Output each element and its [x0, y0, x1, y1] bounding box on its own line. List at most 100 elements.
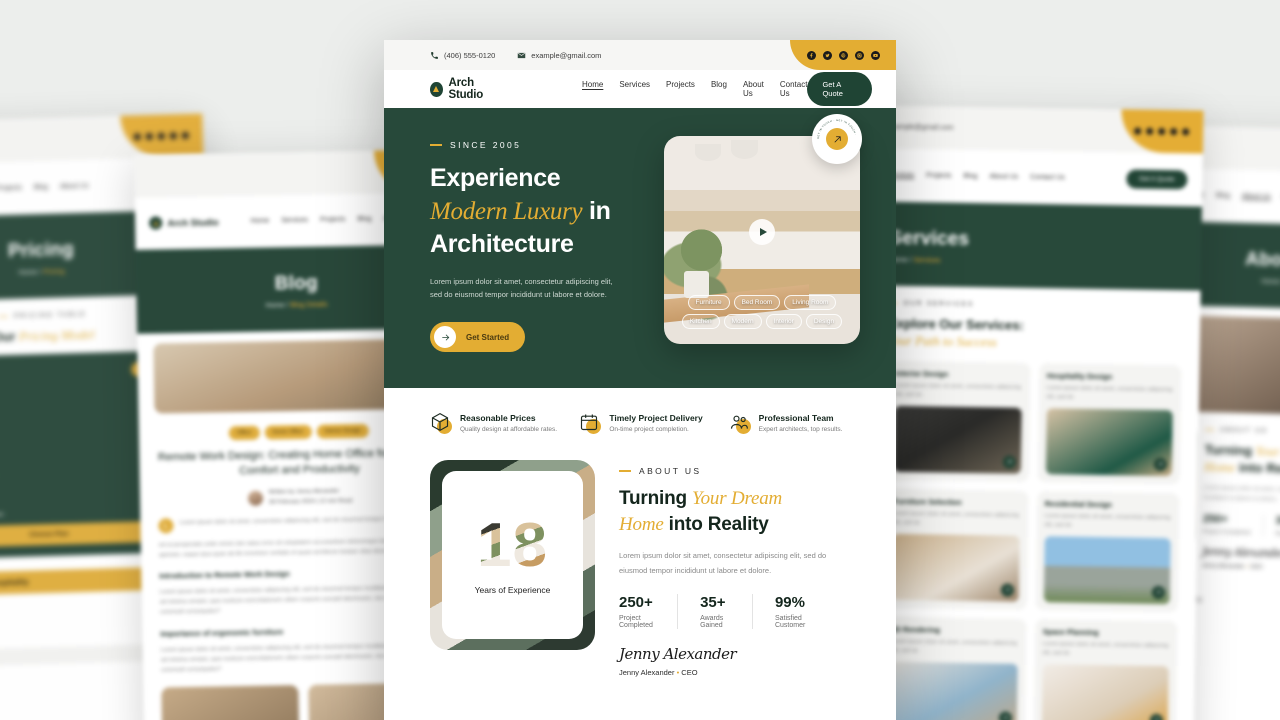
nav-link-about[interactable]: About Us	[1242, 193, 1271, 201]
service-card-residential-design[interactable]: Residential Design Lorem ipsum dolor sit…	[1035, 490, 1180, 613]
get-a-quote-button[interactable]: Get A Quote	[1125, 169, 1188, 190]
services-social-cap[interactable]	[1120, 109, 1204, 155]
service-card-hospitality-design[interactable]: Hospitality Design Lorem ipsum dolor sit…	[1037, 363, 1182, 485]
get-started-button[interactable]: Get Started	[430, 322, 526, 353]
brand[interactable]: ▲ Arch Studio	[149, 216, 219, 230]
tag-bed-room[interactable]: Bed Room	[733, 295, 781, 311]
nav-link-about[interactable]: About Us	[60, 183, 89, 191]
breadcrumb-home[interactable]: Home	[18, 269, 37, 277]
nav-link-projects[interactable]: Projects	[0, 185, 22, 193]
instagram-icon[interactable]	[169, 132, 178, 140]
nav-link-projects[interactable]: Projects	[926, 172, 951, 179]
instagram-icon[interactable]	[854, 50, 864, 60]
youtube-icon[interactable]	[181, 132, 190, 140]
play-video-button[interactable]	[749, 218, 775, 245]
tag-home-office[interactable]: Home Office	[264, 424, 312, 440]
services-topbar: example@gmail.com	[872, 105, 1204, 155]
arrow-up-right-icon[interactable]	[998, 711, 1012, 720]
nav-link-blog[interactable]: Blog	[34, 184, 48, 191]
about-eyebrow-text: ABOUT US	[1220, 426, 1268, 435]
twitter-icon[interactable]	[145, 133, 154, 141]
service-card-interior-design[interactable]: Interior Design Lorem ipsum dolor sit am…	[885, 360, 1030, 482]
foreground-page-home[interactable]: (406) 555-0120 example@gmail.com Arch St…	[384, 40, 896, 720]
pricing-nav-links[interactable]: Home Services Projects Blog About Us	[0, 183, 89, 195]
service-card-image	[891, 533, 1020, 602]
nav-link-contact[interactable]: Contact Us	[1030, 174, 1065, 182]
facebook-icon[interactable]	[1134, 127, 1142, 135]
service-card-furniture-selection[interactable]: Furniture Selection Lorem ipsum dolor si…	[883, 488, 1028, 610]
instagram-icon[interactable]	[1170, 128, 1178, 136]
logo-icon: ▲	[149, 216, 163, 230]
phone-item[interactable]: (406) 555-0120	[430, 51, 495, 60]
service-card-3d-rendering[interactable]: 3D Rendering Lorem ipsum dolor sit amet,…	[881, 616, 1026, 720]
nav-link-services[interactable]: Services	[619, 80, 650, 98]
mail-icon	[517, 52, 526, 58]
nav-link-projects[interactable]: Projects	[320, 216, 345, 223]
arrow-up-right-icon[interactable]	[1002, 455, 1016, 469]
youtube-icon[interactable]	[870, 50, 880, 60]
services-nav-links[interactable]: Services Projects Blog About Us Contact …	[887, 172, 1065, 182]
service-card-space-planning[interactable]: Space Planning Lorem ipsum dolor sit ame…	[1033, 618, 1178, 720]
nav-link-blog[interactable]: Blog	[1216, 192, 1230, 199]
get-a-quote-button[interactable]: Get A Quote	[807, 72, 872, 106]
feature-desc: On-time project completion.	[609, 426, 689, 433]
tag-living-room[interactable]: Living Room	[784, 295, 837, 311]
nav-link-services[interactable]: Services	[281, 217, 308, 224]
youtube-icon[interactable]	[1182, 128, 1190, 136]
service-card-desc: Lorem ipsum dolor sit amet, consectetur …	[1046, 385, 1173, 401]
arrow-up-right-icon[interactable]	[1151, 585, 1166, 599]
stat-value: 35+	[1275, 514, 1280, 528]
about-heading-2: into Reality	[668, 513, 769, 535]
facebook-icon[interactable]	[806, 50, 816, 60]
tag-design[interactable]: Design	[805, 314, 843, 330]
nav-link-home[interactable]: Home	[251, 218, 270, 225]
pinterest-icon[interactable]	[838, 50, 848, 60]
get-in-touch-badge[interactable]: GET IN TOUCH · GET IN TOUCH ·	[812, 114, 862, 164]
email-item[interactable]: example@gmail.com	[517, 51, 601, 60]
nav-link-contact-us[interactable]: Contact Us	[780, 80, 808, 98]
pinterest-icon[interactable]	[1158, 128, 1166, 136]
services-card-grid: Interior Design Lorem ipsum dolor sit am…	[881, 360, 1182, 720]
arrow-up-right-icon[interactable]	[1000, 583, 1014, 597]
get-started-label: Get Started	[466, 332, 510, 342]
main-nav[interactable]: Home Services Projects Blog About Us Con…	[582, 80, 807, 98]
feature-title: Professional Team	[758, 413, 834, 423]
phone-number: (406) 555-0120	[444, 50, 496, 60]
stat-label: Project Completed	[619, 614, 653, 629]
stat-label: Awards Gained	[700, 614, 724, 629]
stat-value: 35+	[700, 593, 726, 611]
service-card-image	[893, 405, 1022, 474]
service-card-title: Space Planning	[1042, 626, 1099, 637]
feature-professional-team: Professional Team Expert architects, top…	[729, 412, 856, 434]
tag-furniture[interactable]: Furniture	[687, 295, 730, 311]
twitter-icon[interactable]	[822, 50, 832, 60]
tag-kitchen[interactable]: Kitchen	[681, 314, 720, 330]
tag-interior-design[interactable]: Interior Design	[316, 423, 369, 439]
arrow-up-right-icon[interactable]	[1153, 457, 1168, 471]
breadcrumb-home[interactable]: Home	[1261, 278, 1280, 285]
nav-link-blog[interactable]: Blog	[357, 216, 371, 223]
nav-link-home[interactable]: Home	[582, 80, 603, 98]
nav-link-blog[interactable]: Blog	[963, 173, 977, 180]
pricing-social-cap[interactable]	[119, 113, 204, 160]
social-links[interactable]	[790, 40, 896, 70]
years-card-inner: 18 Years of Experience	[441, 471, 584, 639]
tag-interior[interactable]: Interior	[765, 314, 802, 330]
tag-modern[interactable]: Modern	[723, 314, 762, 330]
tag-office[interactable]: Office	[228, 425, 260, 440]
background-page-services[interactable]: example@gmail.com Services Projects Blog…	[862, 105, 1204, 720]
hero-tag-list[interactable]: Furniture Bed Room Living Room Kitchen M…	[680, 295, 845, 330]
facebook-icon[interactable]	[133, 133, 142, 141]
pinterest-icon[interactable]	[157, 132, 166, 140]
nav-link-about[interactable]: About Us	[989, 173, 1018, 180]
breadcrumb-home[interactable]: Home	[266, 302, 285, 309]
stat-awards: 35+ Awards Gained	[1275, 515, 1280, 538]
nav-link-about-us[interactable]: About Us	[743, 80, 764, 98]
arrow-up-right-icon[interactable]	[1149, 713, 1163, 720]
nav-link-projects[interactable]: Projects	[666, 80, 695, 98]
stat-label: Project Completed	[1202, 528, 1251, 537]
twitter-icon[interactable]	[1146, 127, 1154, 136]
brand[interactable]: Arch Studio	[430, 77, 501, 101]
hero-title-accent: Modern Luxury	[430, 197, 583, 225]
nav-link-blog[interactable]: Blog	[711, 80, 727, 98]
